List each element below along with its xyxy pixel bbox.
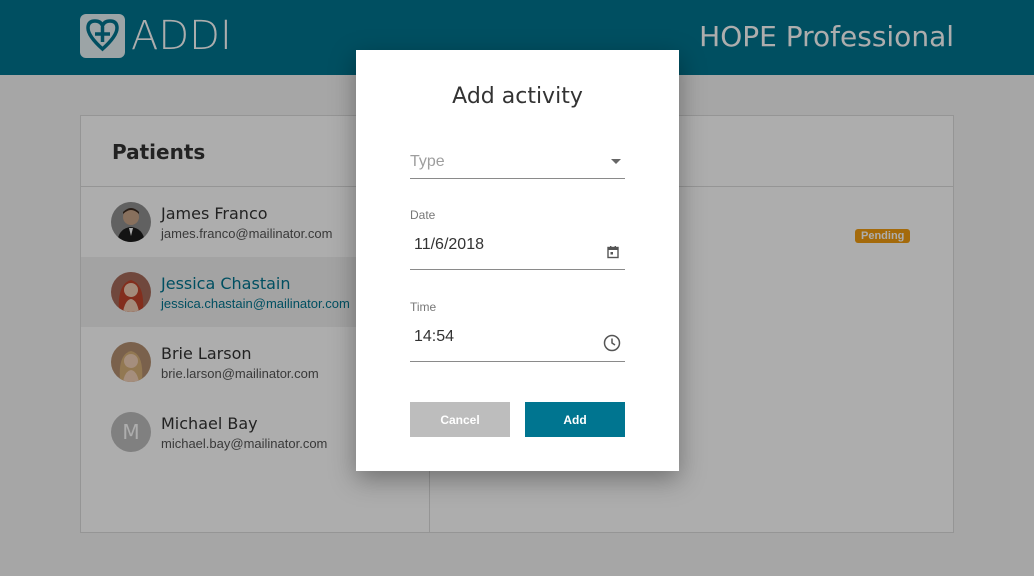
time-label: Time (410, 300, 437, 314)
time-field[interactable]: 14:54 (410, 318, 625, 362)
field-underline (410, 269, 625, 270)
cancel-button[interactable]: Cancel (410, 402, 510, 437)
caret-down-icon (611, 159, 621, 164)
dialog-title: Add activity (452, 84, 583, 109)
add-activity-dialog: Add activity Type Date 11/6/2018 Time 14… (356, 50, 679, 471)
type-placeholder: Type (410, 153, 445, 170)
calendar-icon[interactable] (605, 244, 621, 260)
date-field[interactable]: 11/6/2018 (410, 226, 625, 270)
time-value: 14:54 (414, 328, 455, 345)
field-underline (410, 361, 625, 362)
clock-icon[interactable] (603, 334, 621, 352)
type-select[interactable]: Type (410, 148, 625, 179)
field-underline (410, 178, 625, 179)
add-button[interactable]: Add (525, 402, 625, 437)
date-value: 11/6/2018 (414, 236, 484, 253)
date-label: Date (410, 208, 436, 222)
